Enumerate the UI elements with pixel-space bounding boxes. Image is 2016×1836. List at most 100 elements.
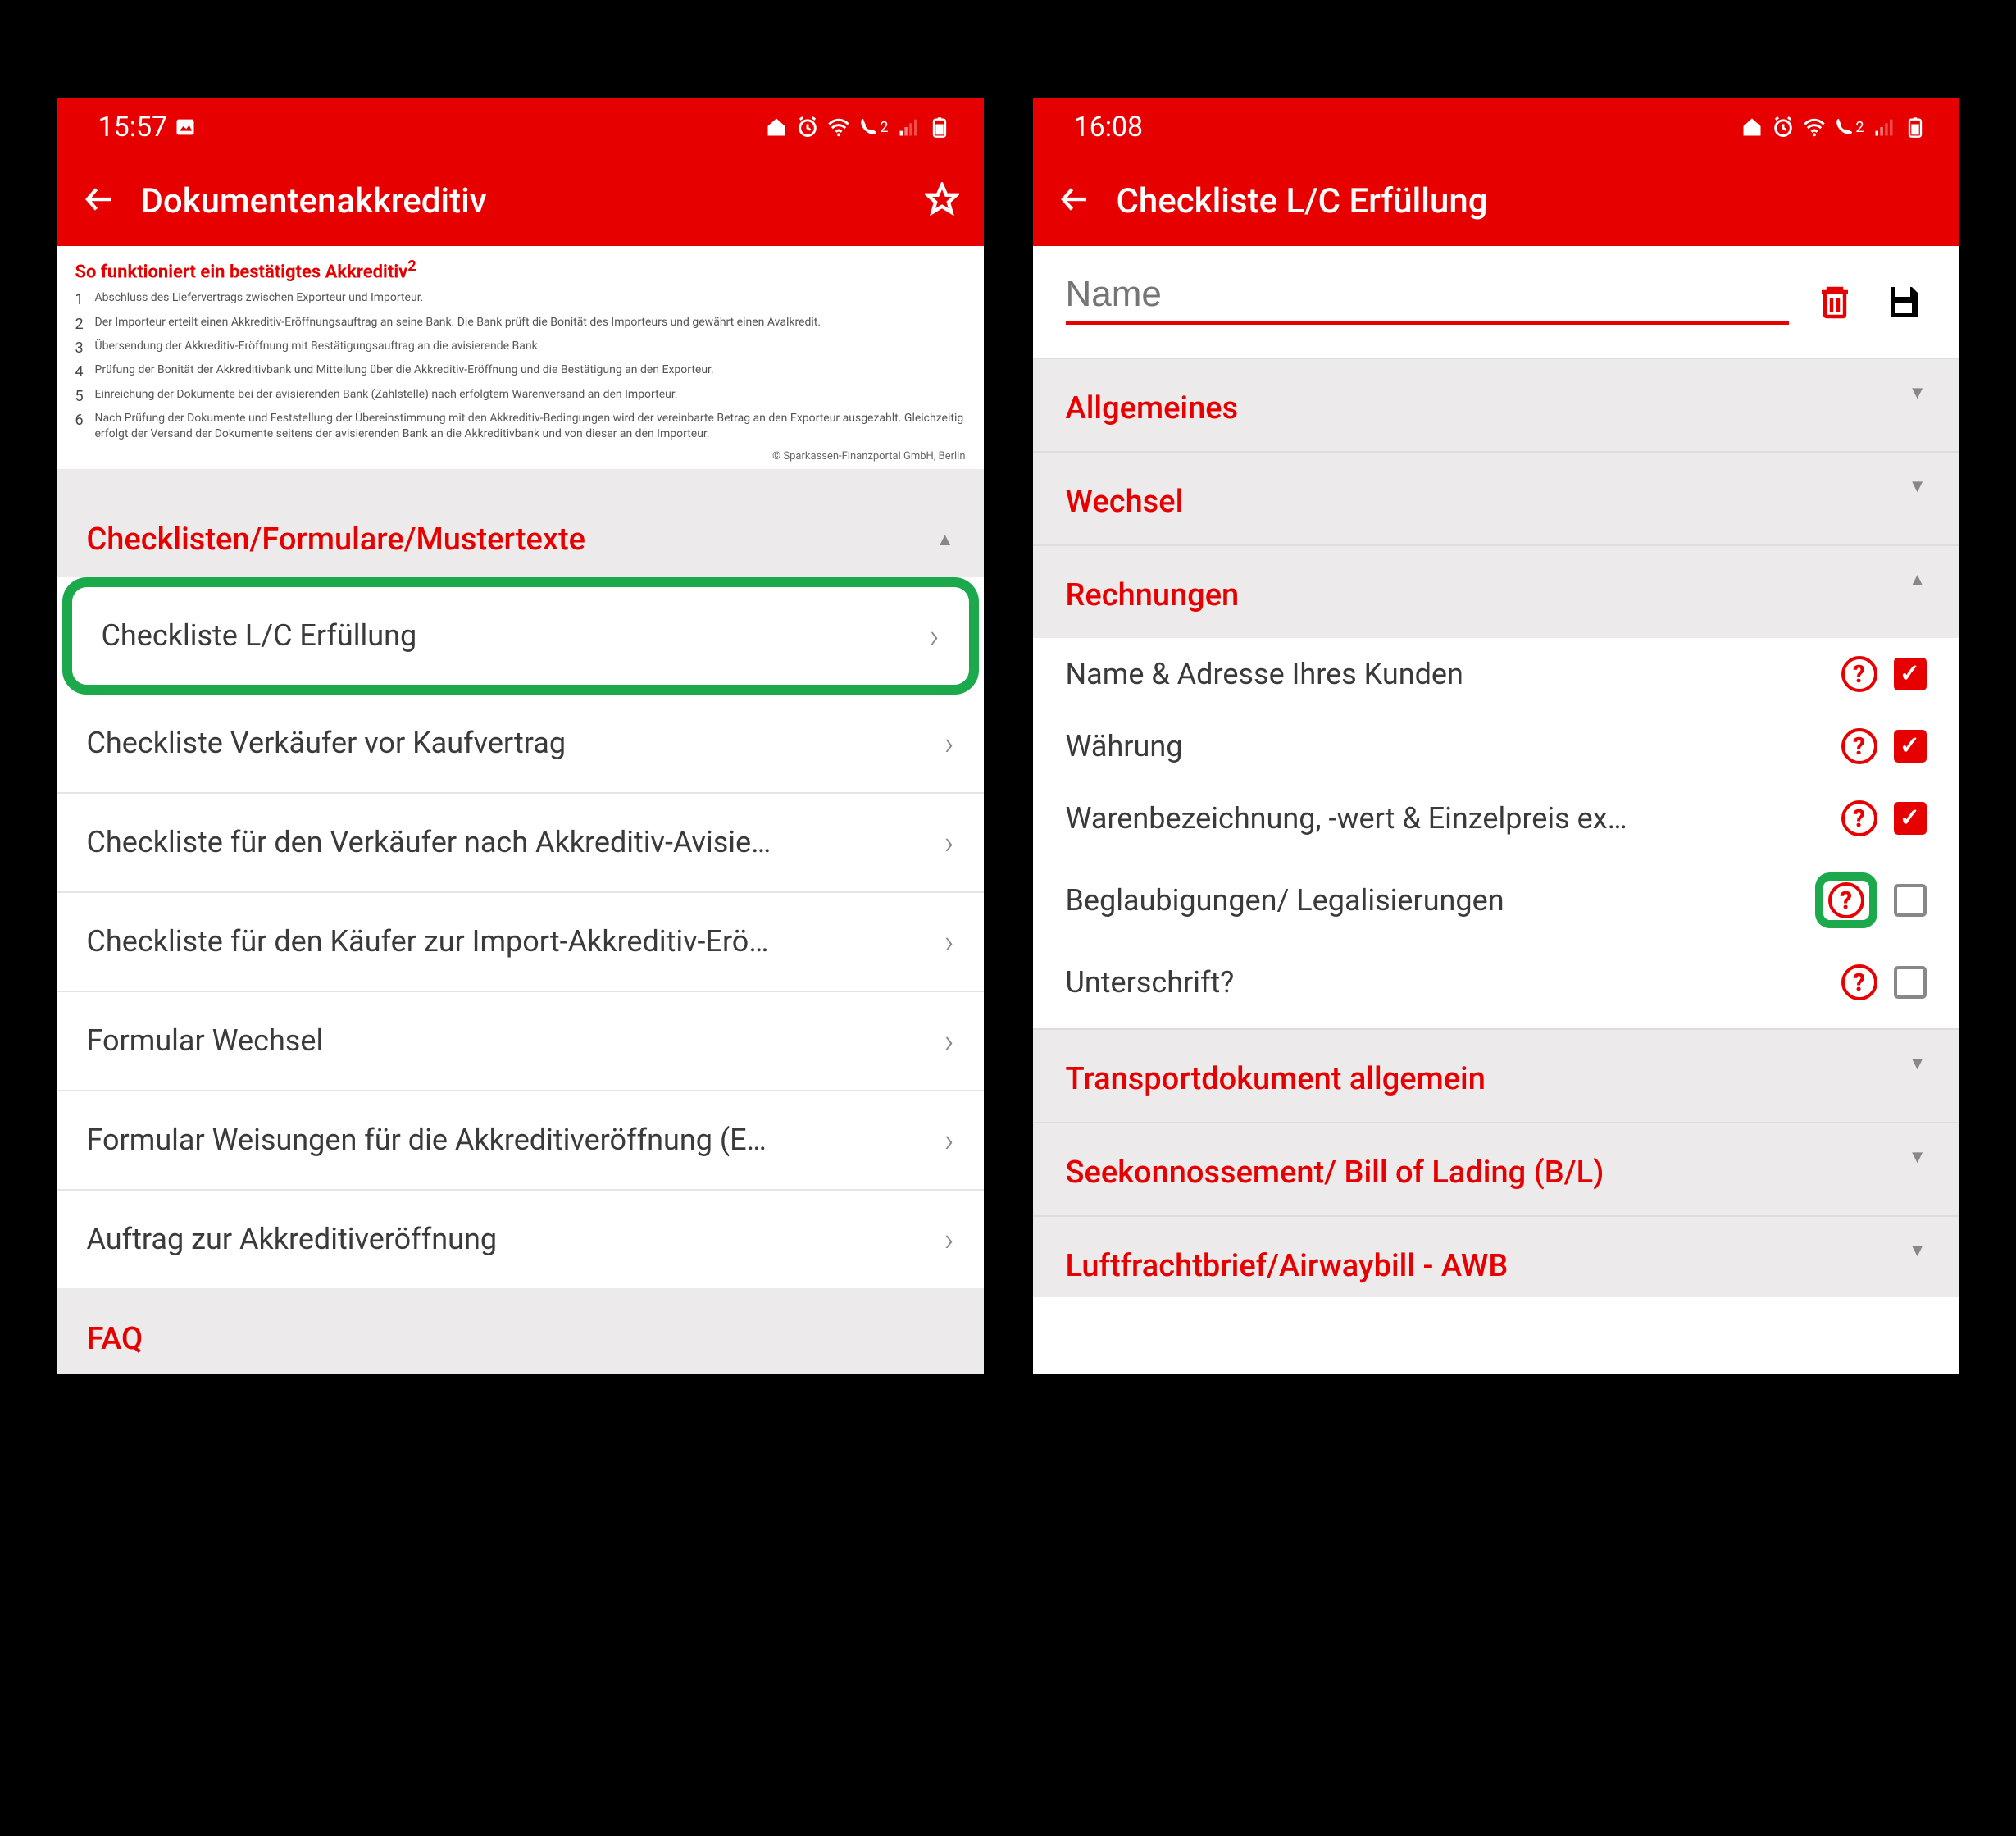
check-row-beglaubigungen: Beglaubigungen/ Legalisierungen ? bbox=[1033, 854, 1959, 946]
section-faq[interactable]: FAQ bbox=[57, 1288, 984, 1374]
check-row-name-adresse: Name & Adresse Ihres Kunden ? bbox=[1033, 638, 1959, 710]
help-icon[interactable]: ? bbox=[1828, 882, 1864, 918]
row-checkliste-kaeufer[interactable]: Checkliste für den Käufer zur Import-Akk… bbox=[57, 893, 984, 992]
check-label: Beglaubigungen/ Legalisierungen bbox=[1066, 883, 1799, 918]
chevron-right-icon: › bbox=[944, 1022, 954, 1060]
chevron-right-icon: › bbox=[944, 823, 954, 862]
statusbar-left: 15:57 2 bbox=[57, 98, 984, 156]
check-row-unterschrift: Unterschrift? ? bbox=[1033, 946, 1959, 1028]
list-item-label: Checkliste für den Verkäufer nach Akkred… bbox=[87, 825, 771, 859]
wifi-icon bbox=[1803, 116, 1826, 139]
alarm-icon bbox=[796, 116, 819, 139]
section-label: Checklisten/Formulare/Mustertexte bbox=[87, 522, 585, 558]
info-step: Nach Prüfung der Dokumente und Feststell… bbox=[95, 411, 966, 442]
caret-down-icon: ▼ bbox=[1909, 476, 1927, 497]
checkbox[interactable] bbox=[1894, 966, 1927, 999]
titlebar-right: Checkliste L/C Erfüllung bbox=[1033, 156, 1959, 246]
info-step: Abschluss des Liefervertrags zwischen Ex… bbox=[95, 290, 424, 310]
image-icon bbox=[174, 116, 197, 139]
signal-icon bbox=[897, 116, 920, 139]
acc-seekonnossement[interactable]: Seekonnossement/ Bill of Lading (B/L) ▼ bbox=[1033, 1122, 1959, 1215]
status-time: 15:57 bbox=[98, 111, 168, 144]
row-checkliste-verkaeufer-nach[interactable]: Checkliste für den Verkäufer nach Akkred… bbox=[57, 794, 984, 893]
help-highlight: ? bbox=[1815, 872, 1877, 928]
checkbox[interactable] bbox=[1894, 658, 1927, 690]
phone-status-icon: 2 bbox=[1834, 117, 1864, 137]
delete-button[interactable] bbox=[1812, 279, 1858, 325]
list-item-label: Checkliste für den Käufer zur Import-Akk… bbox=[87, 924, 769, 959]
wifi-icon bbox=[827, 116, 850, 139]
acc-label: Transportdokument allgemein bbox=[1066, 1061, 1486, 1097]
titlebar-left: Dokumentenakkreditiv bbox=[57, 156, 984, 246]
chevron-right-icon: › bbox=[944, 1220, 954, 1259]
check-row-waehrung: Währung ? bbox=[1033, 710, 1959, 782]
acc-label: Seekonnossement/ Bill of Lading (B/L) bbox=[1066, 1155, 1604, 1191]
acc-label: Allgemeines bbox=[1066, 390, 1239, 426]
checkbox[interactable] bbox=[1894, 730, 1927, 763]
caret-up-icon: ▲ bbox=[1909, 569, 1927, 590]
chevron-right-icon: › bbox=[944, 1121, 954, 1159]
chevron-right-icon: › bbox=[944, 923, 954, 961]
caret-down-icon: ▼ bbox=[1909, 1053, 1927, 1074]
check-row-warenbezeichnung: Warenbezeichnung, -wert & Einzelpreis ex… bbox=[1033, 782, 1959, 854]
section-label: FAQ bbox=[87, 1321, 143, 1357]
row-auftrag-akkreditiveroeffnung[interactable]: Auftrag zur Akkreditiveröffnung › bbox=[57, 1191, 984, 1288]
acc-label: Luftfrachtbrief/Airwaybill - AWB bbox=[1066, 1248, 1509, 1284]
row-formular-wechsel[interactable]: Formular Wechsel › bbox=[57, 992, 984, 1091]
save-button[interactable] bbox=[1881, 279, 1927, 325]
checkbox[interactable] bbox=[1894, 884, 1927, 917]
check-label: Unterschrift? bbox=[1066, 965, 1825, 1000]
back-button[interactable] bbox=[1058, 182, 1092, 220]
help-icon[interactable]: ? bbox=[1841, 800, 1877, 836]
caret-down-icon: ▼ bbox=[1909, 1240, 1927, 1261]
phone-left: 15:57 2 Dokumentenakkreditiv So funktion… bbox=[57, 98, 984, 1374]
list-item-label: Checkliste Verkäufer vor Kaufvertrag bbox=[87, 726, 567, 760]
favorite-button[interactable] bbox=[925, 182, 959, 220]
row-checkliste-verkaeufer-vor[interactable]: Checkliste Verkäufer vor Kaufvertrag › bbox=[57, 695, 984, 794]
row-checkliste-lc[interactable]: Checkliste L/C Erfüllung › bbox=[62, 577, 979, 695]
alarm-icon bbox=[1772, 116, 1795, 139]
back-button[interactable] bbox=[82, 182, 116, 220]
acc-allgemeines[interactable]: Allgemeines ▼ bbox=[1033, 358, 1959, 451]
list-item-label: Auftrag zur Akkreditiveröffnung bbox=[87, 1222, 498, 1256]
statusbar-right: 16:08 2 bbox=[1033, 98, 1959, 156]
page-title: Checkliste L/C Erfüllung bbox=[1117, 181, 1935, 221]
signal-icon bbox=[1873, 116, 1895, 139]
row-formular-weisungen[interactable]: Formular Weisungen für die Akkreditiverö… bbox=[57, 1091, 984, 1191]
house-icon bbox=[765, 116, 788, 139]
caret-up-icon: ▲ bbox=[936, 529, 954, 550]
list-item-label: Formular Weisungen für die Akkreditiverö… bbox=[87, 1123, 767, 1157]
acc-wechsel[interactable]: Wechsel ▼ bbox=[1033, 451, 1959, 544]
check-label: Warenbezeichnung, -wert & Einzelpreis ex… bbox=[1066, 801, 1825, 836]
check-label: Name & Adresse Ihres Kunden bbox=[1066, 657, 1825, 691]
info-step: Übersendung der Akkreditiv-Eröffnung mit… bbox=[95, 339, 541, 358]
acc-luftfrachtbrief[interactable]: Luftfrachtbrief/Airwaybill - AWB ▼ bbox=[1033, 1215, 1959, 1297]
phone-right: 16:08 2 Checkliste L/C Erfüllung bbox=[1033, 98, 1959, 1374]
info-step: Einreichung der Dokumente bei der avisie… bbox=[95, 387, 678, 407]
caret-down-icon: ▼ bbox=[1909, 382, 1927, 403]
name-input-row bbox=[1033, 246, 1959, 325]
acc-rechnungen[interactable]: Rechnungen ▲ bbox=[1033, 544, 1959, 638]
status-time: 16:08 bbox=[1074, 111, 1144, 144]
section-checklisten[interactable]: Checklisten/Formulare/Mustertexte ▲ bbox=[57, 494, 984, 577]
battery-icon bbox=[1904, 116, 1927, 139]
acc-transportdokument[interactable]: Transportdokument allgemein ▼ bbox=[1033, 1028, 1959, 1122]
info-step: Prüfung der Bonität der Akkreditivbank u… bbox=[95, 362, 714, 382]
acc-label: Wechsel bbox=[1066, 484, 1184, 520]
info-steps-list: 1Abschluss des Liefervertrags zwischen E… bbox=[75, 290, 966, 441]
acc-label: Rechnungen bbox=[1066, 577, 1240, 613]
help-icon[interactable]: ? bbox=[1841, 728, 1877, 764]
list-item-label: Checkliste L/C Erfüllung bbox=[102, 618, 417, 653]
checkbox[interactable] bbox=[1894, 802, 1927, 835]
caret-down-icon: ▼ bbox=[1909, 1146, 1927, 1168]
help-icon[interactable]: ? bbox=[1841, 964, 1877, 1000]
list-item-label: Formular Wechsel bbox=[87, 1023, 324, 1058]
info-heading: So funktioniert ein bestätigtes Akkredit… bbox=[75, 257, 966, 282]
phone-status-icon: 2 bbox=[858, 117, 888, 137]
check-label: Währung bbox=[1066, 729, 1825, 763]
house-icon bbox=[1741, 116, 1763, 139]
help-icon[interactable]: ? bbox=[1841, 656, 1877, 692]
chevron-right-icon: › bbox=[944, 724, 954, 763]
chevron-right-icon: › bbox=[930, 617, 940, 655]
name-input[interactable] bbox=[1066, 269, 1789, 325]
